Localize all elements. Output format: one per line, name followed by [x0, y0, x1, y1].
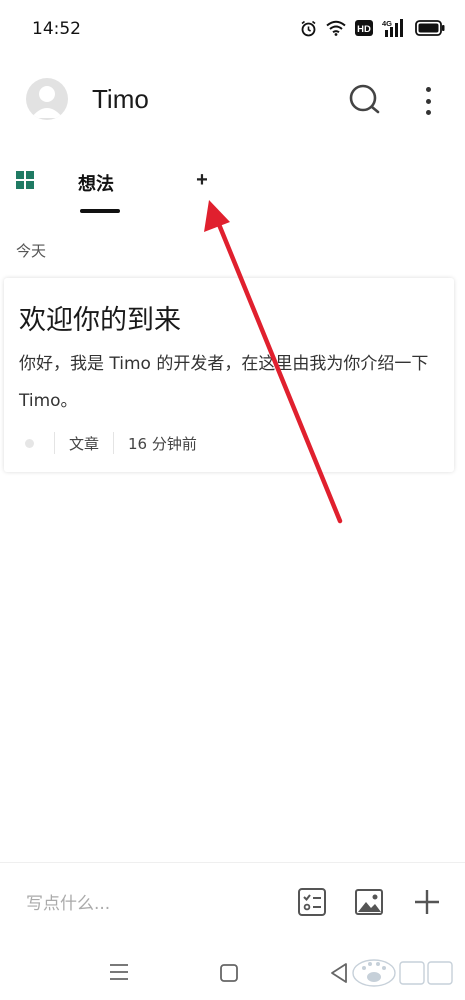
note-card[interactable]: 欢迎你的到来 你好，我是 Timo 的开发者，在这里由我为你介绍一下 Timo。… — [4, 278, 454, 472]
add-button[interactable] — [412, 887, 442, 917]
tab-bar: 想法 + — [0, 160, 465, 220]
note-timestamp: 16 分钟前 — [128, 434, 197, 453]
annotation-arrow — [204, 200, 343, 524]
hd-label: HD — [357, 24, 371, 35]
add-tab-button[interactable]: + — [190, 166, 214, 194]
note-category[interactable]: 文章 — [69, 433, 99, 454]
search-button[interactable] — [347, 82, 383, 118]
grid-icon[interactable] — [16, 171, 34, 189]
avatar-person-icon — [31, 86, 63, 118]
wifi-icon — [326, 20, 346, 36]
divider — [54, 432, 55, 454]
checklist-button[interactable] — [297, 887, 327, 917]
more-dot — [425, 110, 431, 115]
avatar[interactable] — [26, 78, 68, 120]
app-header: Timo — [0, 70, 465, 132]
alarm-icon — [301, 20, 316, 36]
4g-signal-icon: 4G — [382, 19, 403, 37]
section-date-label: 今天 — [16, 242, 47, 260]
note-status-dot — [25, 438, 34, 448]
tab-thoughts[interactable]: 想法 — [78, 170, 114, 196]
nav-back-button[interactable] — [328, 961, 350, 985]
compose-input[interactable] — [26, 887, 266, 921]
status-bar: 14:52 HD 4G — [0, 0, 465, 60]
search-icon — [349, 84, 380, 114]
compose-bar — [0, 862, 465, 946]
more-dot — [425, 98, 431, 104]
page-title: Timo — [92, 84, 149, 114]
status-time: 14:52 — [32, 19, 81, 39]
divider — [113, 432, 115, 454]
active-tab-indicator — [80, 209, 120, 213]
nav-home-button[interactable] — [218, 962, 240, 984]
baidu-watermark-logo — [352, 959, 453, 987]
hd-icon: HD — [355, 20, 373, 36]
battery-icon — [415, 20, 445, 36]
image-icon — [355, 889, 383, 915]
checklist-icon — [298, 888, 326, 916]
note-body: 你好，我是 Timo 的开发者，在这里由我为你介绍一下 Timo。 — [19, 354, 429, 411]
status-icons: HD 4G — [300, 19, 445, 37]
menu-icon — [110, 964, 128, 980]
note-meta: 文章 16 分钟前 — [19, 430, 197, 456]
back-icon — [331, 963, 347, 983]
more-vertical-icon — [425, 87, 431, 92]
nav-menu-button[interactable] — [108, 962, 130, 982]
network-label: 4G — [382, 19, 392, 28]
note-title: 欢迎你的到来 — [19, 305, 181, 336]
more-options-button[interactable] — [414, 84, 442, 118]
insert-image-button[interactable] — [354, 887, 384, 917]
home-icon — [220, 964, 238, 982]
system-nav-bar — [0, 946, 465, 1000]
plus-icon — [415, 890, 439, 914]
